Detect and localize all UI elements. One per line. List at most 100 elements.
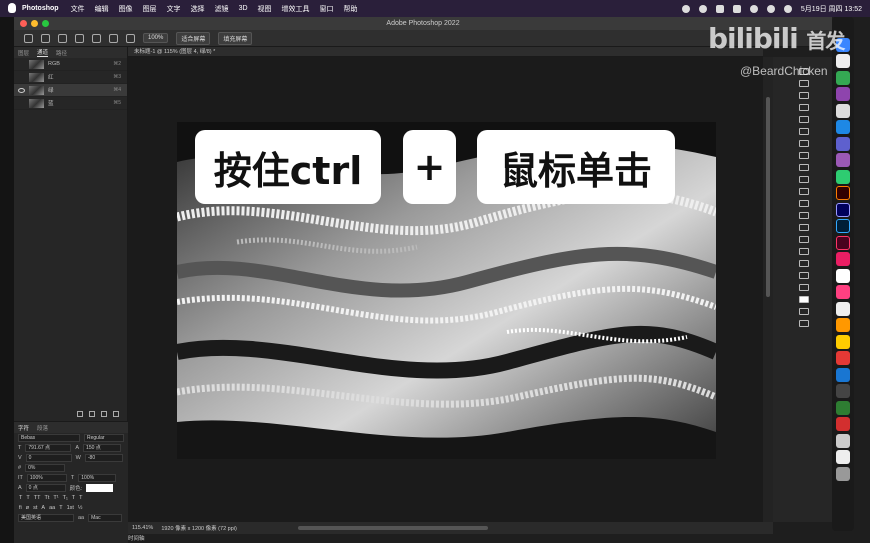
eraser-icon[interactable]	[799, 200, 809, 207]
vertical-scale-field[interactable]: 100%	[26, 474, 67, 482]
app-icon[interactable]	[836, 120, 850, 134]
channel-row-rgb[interactable]: RGB ⌘2	[14, 58, 127, 71]
zoom-100-button[interactable]: 100%	[143, 33, 169, 43]
discretionary-icon[interactable]: ø	[26, 505, 29, 511]
illustrator-app-icon[interactable]	[836, 186, 850, 200]
adjustments-icon[interactable]	[799, 80, 809, 87]
app-icon[interactable]	[836, 301, 850, 316]
underline-icon[interactable]: T	[72, 495, 75, 501]
strikethrough-icon[interactable]: T	[79, 495, 82, 501]
wechat-app-icon[interactable]	[836, 400, 850, 415]
zoom-in-icon[interactable]	[58, 33, 67, 43]
menu-layer[interactable]: 图层	[143, 4, 157, 14]
kerning-field[interactable]: 0	[25, 454, 72, 462]
superscript-icon[interactable]: T¹	[53, 495, 58, 501]
close-window-button[interactable]	[20, 20, 27, 27]
small-caps-icon[interactable]: Tt	[44, 495, 49, 501]
app-icon[interactable]	[836, 334, 850, 349]
foreground-background-color-icon[interactable]	[799, 296, 809, 303]
document-tab[interactable]: 未标题-1 @ 115% (图层 4, 绿/8) *	[128, 47, 763, 57]
channel-row-red[interactable]: 红 ⌘3	[14, 71, 127, 84]
tsume-field[interactable]: 0%	[25, 464, 66, 472]
tab-character[interactable]: 字符	[18, 424, 29, 432]
document-info[interactable]: 1920 像素 x 1200 像素 (72 ppi)	[161, 524, 237, 532]
fill-screen-button[interactable]: 填充屏幕	[218, 31, 253, 45]
type-tool-icon[interactable]	[799, 236, 809, 243]
tab-paths[interactable]: 路径	[56, 49, 67, 57]
app-icon[interactable]	[836, 136, 850, 151]
pen-tool-icon[interactable]	[799, 224, 809, 231]
document-icon[interactable]	[836, 450, 850, 464]
eyedropper-icon[interactable]	[799, 152, 809, 159]
minimize-window-button[interactable]	[31, 20, 38, 27]
menu-select[interactable]: 选择	[191, 4, 205, 14]
after-effects-app-icon[interactable]	[836, 202, 850, 217]
tab-channels[interactable]: 通道	[37, 48, 49, 57]
menu-help[interactable]: 帮助	[344, 4, 358, 14]
app-icon[interactable]	[836, 384, 850, 398]
menu-edit[interactable]: 编辑	[95, 4, 109, 14]
fit-screen-button[interactable]: 适合屏幕	[176, 31, 211, 45]
zoom-tool-icon[interactable]	[41, 33, 50, 43]
save-selection-icon[interactable]	[89, 411, 95, 417]
timeline-tab[interactable]: 时间轴	[128, 534, 145, 542]
scrubby-zoom-icon[interactable]	[92, 33, 101, 43]
font-size-field[interactable]: 791.67 点	[25, 444, 72, 452]
menu-file[interactable]: 文件	[71, 4, 85, 14]
zoom-window-button[interactable]	[42, 20, 49, 27]
resize-windows-icon[interactable]	[109, 33, 118, 43]
clone-stamp-icon[interactable]	[799, 188, 809, 195]
app-icon[interactable]	[836, 417, 850, 431]
faux-bold-icon[interactable]: T	[19, 495, 22, 501]
app-icon[interactable]	[836, 153, 850, 167]
horizontal-scroll-thumb[interactable]	[298, 526, 488, 530]
menu-3d[interactable]: 3D	[239, 5, 248, 12]
menu-view[interactable]: 视图	[258, 4, 272, 14]
menu-window[interactable]: 窗口	[320, 4, 334, 14]
app-icon[interactable]	[836, 252, 850, 266]
home-icon[interactable]	[24, 33, 33, 43]
tab-layers[interactable]: 图层	[18, 49, 29, 57]
status-icon[interactable]	[698, 4, 707, 13]
zoom-tool-icon[interactable]	[799, 284, 809, 291]
screen-mode-icon[interactable]	[799, 320, 809, 327]
all-caps-icon[interactable]: TT	[34, 495, 41, 501]
fraction-icon[interactable]: ½	[78, 505, 83, 511]
channel-row-blue[interactable]: 蓝 ⌘5	[14, 97, 127, 110]
menu-filter[interactable]: 滤镜	[215, 4, 229, 14]
app-icon[interactable]	[836, 367, 850, 382]
anti-alias-select[interactable]: Mac	[88, 514, 123, 522]
font-family-select[interactable]: Bebas	[18, 434, 80, 442]
trash-icon[interactable]	[836, 466, 850, 481]
ligature-icon[interactable]: fi	[19, 505, 22, 511]
photoshop-app-icon[interactable]	[836, 219, 850, 233]
horizontal-scale-field[interactable]: 100%	[78, 474, 117, 482]
wifi-icon[interactable]	[749, 4, 758, 13]
ordinal-icon[interactable]: A	[41, 505, 45, 511]
crop-tool-icon[interactable]	[799, 140, 809, 147]
chrome-app-icon[interactable]	[836, 70, 850, 85]
leading-field[interactable]: 150 点	[83, 444, 122, 452]
visibility-eye-icon[interactable]	[18, 75, 25, 80]
app-icon[interactable]	[836, 268, 850, 283]
vertical-scrollbar[interactable]	[763, 57, 773, 522]
move-tool-icon[interactable]	[799, 92, 809, 99]
status-icon[interactable]	[715, 4, 724, 13]
channel-row-green[interactable]: 绿 ⌘4	[14, 84, 127, 97]
visibility-eye-icon[interactable]	[18, 87, 25, 93]
baseline-shift-field[interactable]: 0 点	[25, 484, 66, 492]
ordinal-superscript-icon[interactable]: 1st	[67, 505, 74, 511]
text-color-swatch[interactable]	[86, 484, 114, 492]
subscript-icon[interactable]: T₁	[63, 495, 68, 501]
swash-icon[interactable]: st	[33, 505, 37, 511]
language-select[interactable]: 美国英语	[18, 514, 74, 522]
zoom-out-icon[interactable]	[75, 33, 84, 43]
menu-image[interactable]: 图像	[119, 4, 133, 14]
control-center-icon[interactable]	[783, 4, 792, 13]
load-selection-icon[interactable]	[77, 411, 83, 417]
font-style-select[interactable]: Regular	[84, 434, 124, 442]
healing-brush-icon[interactable]	[799, 164, 809, 171]
visibility-eye-icon[interactable]	[18, 101, 25, 106]
status-icon[interactable]	[681, 4, 690, 13]
shape-tool-icon[interactable]	[799, 260, 809, 267]
